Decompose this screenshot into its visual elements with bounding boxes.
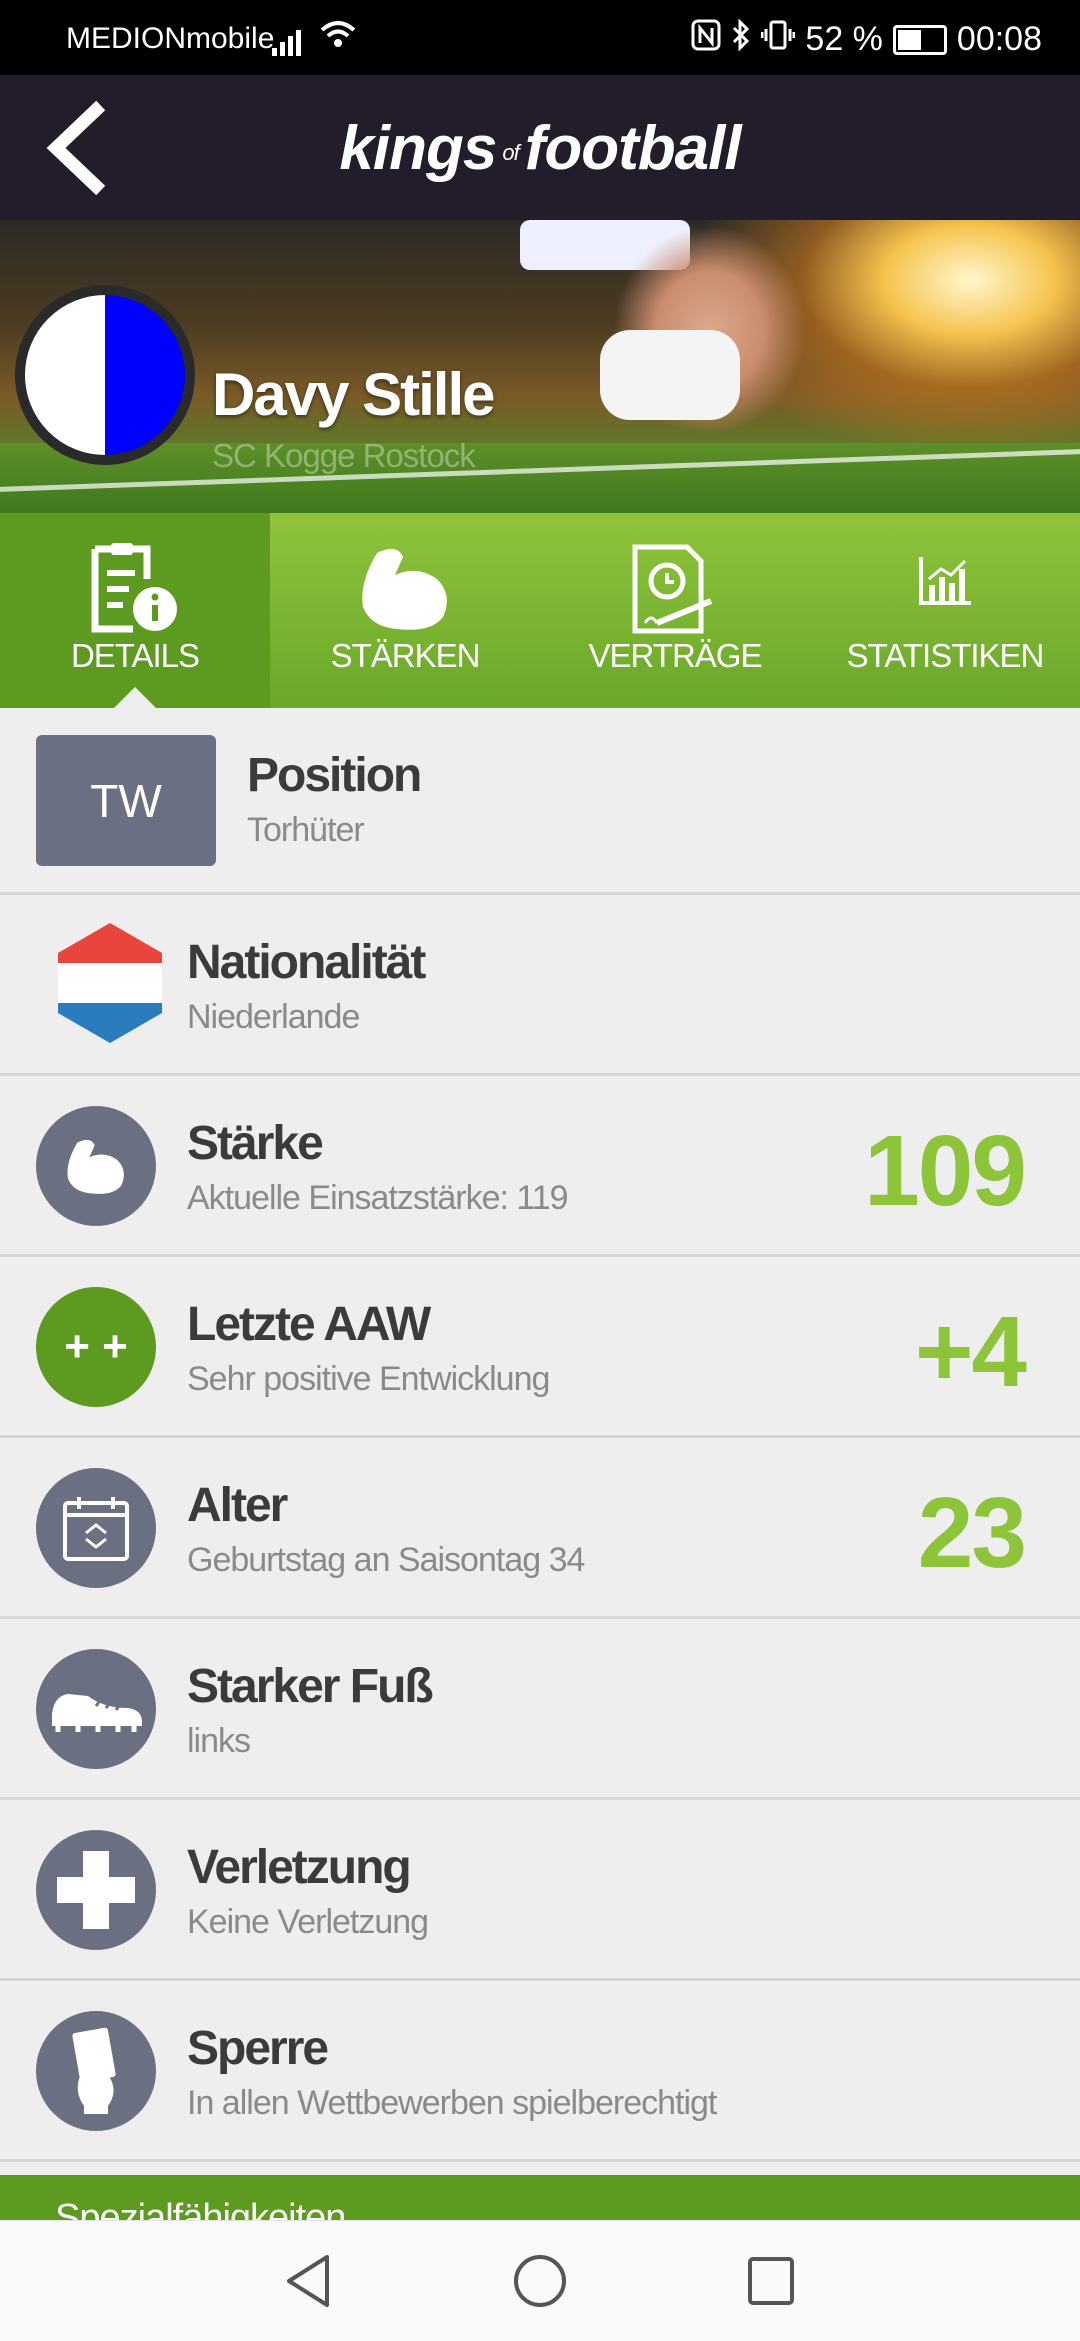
- battery-percent: 52 %: [805, 20, 883, 58]
- detail-row-position: TW Position Torhüter: [0, 708, 1080, 895]
- tab-label: DETAILS: [70, 637, 200, 674]
- tab-staerken[interactable]: STÄRKEN: [270, 513, 540, 708]
- row-title: Verletzung: [187, 1841, 412, 1894]
- battery-icon: [892, 24, 947, 55]
- tab-bar: DETAILS STÄRKEN VERTRÄGE STATISTIKEN: [0, 513, 1080, 709]
- vibrate-icon: [760, 19, 796, 60]
- row-subtitle: Torhüter: [247, 811, 365, 849]
- player-name: Davy Stille: [212, 361, 495, 428]
- player-club: SC Kogge Rostock: [212, 437, 476, 474]
- flexed-arm-icon: [357, 543, 453, 638]
- nfc-icon: [691, 19, 721, 60]
- row-subtitle: Sehr positive Entwicklung: [187, 1360, 550, 1398]
- strength-value: 109: [864, 1115, 1027, 1227]
- card-hand-icon: [36, 2011, 156, 2131]
- row-title: Sperre: [187, 2022, 329, 2075]
- row-subtitle: Geburtstag an Saisontag 34: [187, 1541, 585, 1579]
- flexed-arm-icon: [36, 1106, 156, 1226]
- detail-row-foot: Starker Fuß links: [0, 1619, 1080, 1800]
- tab-details[interactable]: DETAILS: [0, 513, 270, 709]
- row-subtitle: links: [187, 1722, 251, 1760]
- row-subtitle: Keine Verletzung: [187, 1903, 429, 1941]
- netherlands-flag-icon: [58, 923, 162, 1048]
- row-title: Alter: [187, 1479, 288, 1532]
- calendar-icon: [36, 1468, 156, 1588]
- medical-cross-icon: [36, 1830, 156, 1950]
- detail-row-last-aaw: + + Letzte AAW Sehr positive Entwicklung…: [0, 1257, 1080, 1438]
- app-bar: kings offootball: [0, 75, 1080, 220]
- app-logo: kings offootball: [339, 114, 741, 183]
- player-photo-shorts: [600, 330, 740, 420]
- active-tab-caret: [113, 687, 157, 709]
- signal-icon: [272, 22, 304, 56]
- detail-row-suspension: Sperre In allen Wettbewerben spielberech…: [0, 1981, 1080, 2162]
- detail-row-age: Alter Geburtstag an Saisontag 34 23: [0, 1438, 1080, 1619]
- detail-row-nationality: Nationalität Niederlande: [0, 895, 1080, 1076]
- row-subtitle: Niederlande: [187, 998, 360, 1036]
- chart-icon: [917, 555, 973, 612]
- tab-label: VERTRÄGE: [588, 637, 763, 674]
- plus-plus-icon: + +: [36, 1287, 156, 1407]
- status-bar: MEDIONmobile 52 % 00:08: [0, 0, 1080, 75]
- back-triangle-icon[interactable]: [283, 2253, 333, 2314]
- pitch-grass: [0, 443, 1080, 513]
- row-subtitle: In allen Wettbewerben spielberechtigt: [187, 2084, 717, 2122]
- row-title: Position: [247, 749, 422, 802]
- tab-label: STÄRKEN: [330, 637, 481, 674]
- details-document-icon: [89, 543, 181, 638]
- detail-row-injury: Verletzung Keine Verletzung: [0, 1800, 1080, 1981]
- tab-label: STATISTIKEN: [846, 637, 1045, 674]
- home-circle-icon[interactable]: [512, 2253, 568, 2314]
- club-crest: [15, 285, 195, 465]
- wifi-icon: [318, 16, 358, 60]
- aaw-value: +4: [914, 1296, 1027, 1408]
- row-title: Stärke: [187, 1117, 324, 1170]
- position-badge: TW: [36, 735, 216, 866]
- row-title: Letzte AAW: [187, 1298, 431, 1351]
- contract-clock-icon: [629, 543, 721, 640]
- tab-statistiken[interactable]: STATISTIKEN: [810, 513, 1080, 708]
- age-value: 23: [917, 1477, 1027, 1589]
- clock: 00:08: [956, 20, 1042, 58]
- row-title: Nationalität: [187, 936, 426, 989]
- system-nav-bar: [0, 2220, 1080, 2341]
- tab-vertraege[interactable]: VERTRÄGE: [540, 513, 810, 708]
- recents-square-icon[interactable]: [746, 2253, 796, 2314]
- bluetooth-icon: [731, 18, 751, 60]
- section-title: Spezialfähigkeiten: [55, 2197, 346, 2220]
- row-title: Starker Fuß: [187, 1660, 434, 1713]
- row-subtitle: Aktuelle Einsatzstärke: 119: [187, 1179, 569, 1217]
- detail-row-strength: Stärke Aktuelle Einsatzstärke: 119 109: [0, 1076, 1080, 1257]
- special-abilities-header[interactable]: Spezialfähigkeiten: [0, 2175, 1080, 2220]
- carrier-name: MEDIONmobile: [66, 22, 275, 55]
- details-list: TW Position Torhüter Nationalität Nieder…: [0, 708, 1080, 2162]
- football-boot-icon: [36, 1649, 156, 1769]
